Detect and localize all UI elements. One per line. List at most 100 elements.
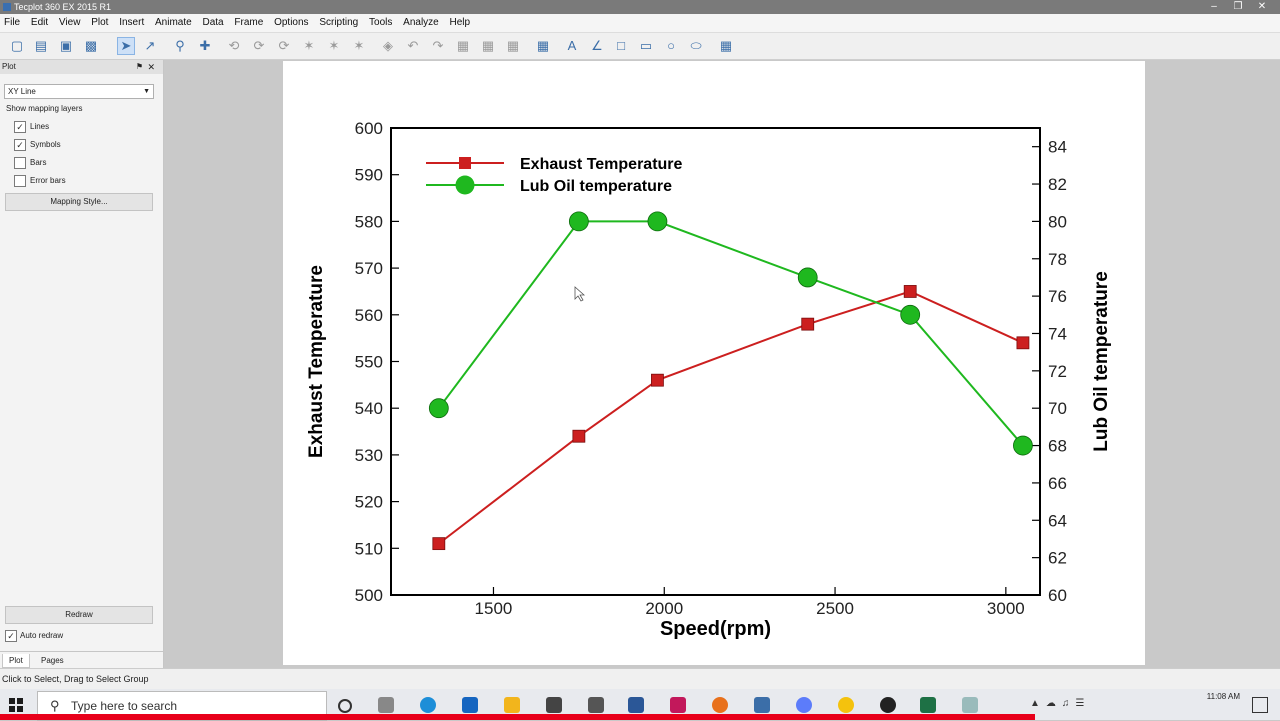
error-bars-label: Error bars: [30, 176, 66, 185]
tray-time: 11:08 AM: [1206, 692, 1240, 701]
text-icon[interactable]: A: [564, 38, 580, 54]
notification-icon[interactable]: [1252, 697, 1268, 713]
menu-animate[interactable]: Animate: [151, 14, 196, 32]
y2-tick-label: 84: [1048, 138, 1067, 157]
minimize-icon[interactable]: –: [1202, 0, 1226, 14]
frame-icon[interactable]: ▦: [505, 38, 521, 54]
tab-pages[interactable]: Pages: [35, 654, 70, 667]
stream-icon[interactable]: ▦: [480, 38, 496, 54]
close-icon[interactable]: ✕: [1250, 0, 1274, 14]
plot-type-select[interactable]: XY Line ▼: [4, 84, 154, 99]
error-bars-checkbox[interactable]: [14, 175, 26, 187]
sidebar-tabs: Plot Pages: [0, 651, 163, 669]
sidebar: Plot ⚑ ✕ XY Line ▼ Show mapping layers ✓…: [0, 60, 164, 668]
print-icon[interactable]: ▩: [83, 38, 99, 54]
rollerball-icon[interactable]: ⟳: [251, 38, 267, 54]
symbols-checkbox[interactable]: ✓: [14, 139, 26, 151]
menu-view[interactable]: View: [55, 14, 85, 32]
adjust-icon[interactable]: ↗: [142, 38, 158, 54]
menu-help[interactable]: Help: [446, 14, 475, 32]
y-tick-label: 540: [355, 399, 383, 418]
square-icon[interactable]: □: [613, 38, 629, 54]
data-point-square: [432, 537, 446, 551]
contour-icon[interactable]: ▦: [455, 38, 471, 54]
zoom-icon[interactable]: ⚲: [172, 38, 188, 54]
polyline-icon[interactable]: ∠: [589, 38, 605, 54]
file-explorer-icon[interactable]: [504, 697, 520, 713]
system-tray-icons[interactable]: ▲☁♫☰: [1030, 698, 1090, 709]
plot-page[interactable]: 500 510 520 530 540 550 560 570 580 590 600 60 62 64 6…: [283, 61, 1145, 665]
menu-file[interactable]: File: [0, 14, 24, 32]
data-point-square: [801, 317, 815, 331]
app-icon-3[interactable]: [670, 697, 686, 713]
circle-icon[interactable]: ○: [663, 38, 679, 54]
windows-start-icon[interactable]: [9, 698, 23, 712]
store-icon[interactable]: [546, 697, 562, 713]
translate-icon[interactable]: ✚: [197, 38, 213, 54]
data-point-square: [572, 429, 586, 443]
slice-icon[interactable]: ◈: [380, 38, 396, 54]
twist-icon[interactable]: ✶: [301, 38, 317, 54]
menu-insert[interactable]: Insert: [115, 14, 148, 32]
spherical-rotate-icon[interactable]: ⟳: [276, 38, 292, 54]
task-view-icon[interactable]: [378, 697, 394, 713]
sidebar-close-icon[interactable]: ✕: [147, 60, 155, 74]
menu-plot[interactable]: Plot: [87, 14, 112, 32]
open-file-icon[interactable]: ▤: [33, 38, 49, 54]
redraw-button[interactable]: Redraw: [5, 606, 153, 624]
rectangle-icon[interactable]: ▭: [638, 38, 654, 54]
menu-data[interactable]: Data: [198, 14, 227, 32]
menu-frame[interactable]: Frame: [230, 14, 267, 32]
mapping-style-button[interactable]: Mapping Style...: [5, 193, 153, 211]
grid-icon[interactable]: ▦: [535, 38, 551, 54]
image-icon[interactable]: ▦: [718, 38, 734, 54]
app-icon-6[interactable]: [962, 697, 978, 713]
select-arrow-icon[interactable]: ➤: [117, 37, 135, 55]
legend-marker-square: [459, 157, 471, 169]
rotate-icon[interactable]: ⟲: [226, 38, 242, 54]
status-text: Click to Select, Drag to Select Group: [2, 674, 149, 684]
y2-tick-label: 82: [1048, 175, 1067, 194]
menu-edit[interactable]: Edit: [27, 14, 52, 32]
chrome-icon[interactable]: [838, 697, 854, 713]
app-icon-1[interactable]: [588, 697, 604, 713]
app-icon-4[interactable]: [796, 697, 812, 713]
y-axis-label: Exhaust Temperature: [306, 265, 327, 458]
y2-tick-label: 80: [1048, 212, 1067, 231]
data-point-square: [903, 285, 917, 298]
menu-scripting[interactable]: Scripting: [315, 14, 362, 32]
mail-icon[interactable]: [462, 697, 478, 713]
new-file-icon[interactable]: ▢: [9, 38, 25, 54]
save-icon[interactable]: ▣: [58, 38, 74, 54]
series-line-1: [438, 290, 1024, 545]
data-point-circle: [428, 398, 449, 419]
tray-clock[interactable]: 11:08 AM: [1207, 691, 1240, 703]
ellipse-icon[interactable]: ⬭: [688, 38, 704, 54]
menu-bar: File Edit View Plot Insert Animate Data …: [0, 14, 1280, 33]
app-icon-2[interactable]: [628, 697, 644, 713]
lines-checkbox[interactable]: ✓: [14, 121, 26, 133]
edge-icon[interactable]: [420, 697, 436, 713]
app-icon-5[interactable]: [880, 697, 896, 713]
pin-icon[interactable]: ⚑: [136, 60, 143, 74]
bars-checkbox[interactable]: [14, 157, 26, 169]
psi-rotate-icon[interactable]: ✶: [326, 38, 342, 54]
tecplot-icon[interactable]: [754, 697, 770, 713]
undo-icon[interactable]: ↶: [405, 38, 421, 54]
menu-analyze[interactable]: Analyze: [399, 14, 443, 32]
cortana-icon[interactable]: [338, 699, 352, 713]
menu-options[interactable]: Options: [270, 14, 312, 32]
data-point-square: [1016, 336, 1030, 350]
auto-redraw-checkbox[interactable]: ✓: [5, 630, 17, 642]
firefox-icon[interactable]: [712, 697, 728, 713]
menu-tools[interactable]: Tools: [365, 14, 396, 32]
y-tick-label: 500: [355, 586, 383, 605]
maximize-icon[interactable]: ❐: [1226, 0, 1250, 14]
probe-icon[interactable]: ✶: [351, 38, 367, 54]
symbols-label: Symbols: [30, 140, 61, 149]
tab-plot[interactable]: Plot: [2, 654, 30, 668]
y-tick-label: 570: [355, 259, 383, 278]
redo-icon[interactable]: ↷: [430, 38, 446, 54]
excel-icon[interactable]: [920, 697, 936, 713]
plot-frame: [390, 127, 1041, 596]
